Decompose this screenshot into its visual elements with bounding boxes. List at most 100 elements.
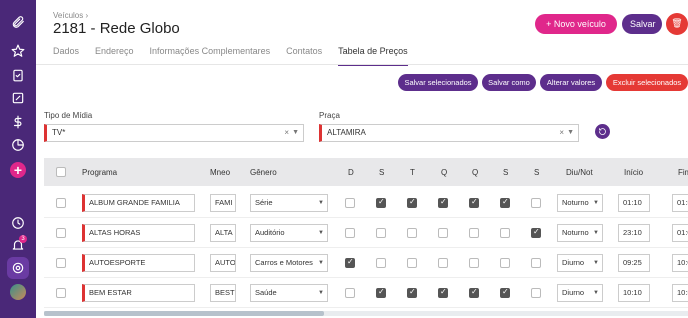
fim-input[interactable]: 10:55 — [672, 284, 688, 302]
diunot-select[interactable]: Noturno ▼ — [557, 224, 603, 242]
day-checkbox[interactable] — [376, 287, 386, 298]
diunot-select[interactable]: Noturno ▼ — [557, 194, 603, 212]
day-checkbox[interactable] — [469, 197, 479, 208]
star-icon[interactable] — [0, 40, 36, 62]
day-checkbox[interactable] — [407, 258, 417, 268]
day-checkbox[interactable] — [376, 197, 386, 208]
header-q: Q — [441, 168, 448, 177]
clock-icon[interactable] — [0, 212, 36, 234]
save-as-button[interactable]: Salvar como — [482, 74, 536, 91]
programa-input[interactable]: ALBUM GRANDE FAMILIA — [82, 194, 195, 212]
change-values-button[interactable]: Alterar valores — [540, 74, 602, 91]
inicio-input[interactable]: 09:25 — [618, 254, 650, 272]
notification-badge: 3 — [19, 235, 27, 243]
day-checkbox[interactable] — [345, 228, 355, 238]
day-checkbox[interactable] — [438, 258, 448, 268]
day-checkbox[interactable] — [500, 228, 510, 238]
paperclip-icon[interactable] — [0, 11, 36, 33]
horizontal-scrollbar[interactable] — [44, 311, 324, 316]
dollar-icon[interactable] — [0, 111, 36, 133]
add-icon[interactable]: + — [10, 162, 26, 178]
day-checkbox[interactable] — [531, 227, 541, 238]
pie-chart-icon[interactable] — [0, 134, 36, 156]
tab-endereco[interactable]: Endereço — [95, 46, 134, 64]
square-select[interactable]: ALTAMIRA × ▼ — [319, 124, 579, 142]
save-button[interactable]: Salvar — [622, 14, 662, 34]
genero-select[interactable]: Carros e Motores ▼ — [250, 254, 328, 272]
chevron-down-icon: ▼ — [593, 260, 599, 266]
genero-select[interactable]: Série ▼ — [250, 194, 328, 212]
genero-select[interactable]: Saúde ▼ — [250, 284, 328, 302]
genero-select[interactable]: Auditório ▼ — [250, 224, 328, 242]
select-all-checkbox[interactable] — [56, 167, 66, 177]
row-checkbox[interactable] — [56, 198, 66, 208]
day-checkbox[interactable] — [500, 258, 510, 268]
table-row: AUTOESPORTE AUTO Carros e Motores▼ Diurno▼ 0… — [44, 248, 688, 278]
mneo-input[interactable]: AUTO — [210, 254, 236, 272]
delete-selected-button[interactable]: Excluir selecionados — [606, 74, 688, 91]
mneo-input[interactable]: FAMI — [210, 194, 236, 212]
day-checkbox[interactable] — [531, 198, 541, 208]
inicio-input[interactable]: 10:10 — [618, 284, 650, 302]
row-checkbox[interactable] — [56, 258, 66, 268]
bell-icon[interactable] — [0, 234, 36, 256]
tab-dados[interactable]: Dados — [53, 46, 79, 64]
clear-icon[interactable]: × — [284, 125, 289, 141]
day-checkbox[interactable] — [500, 197, 510, 208]
tab-info-complementares[interactable]: Informações Complementares — [150, 46, 271, 64]
day-checkbox[interactable] — [531, 258, 541, 268]
day-checkbox[interactable] — [469, 228, 479, 238]
day-checkbox[interactable] — [407, 287, 417, 298]
fim-input[interactable]: 01:55 — [672, 194, 688, 212]
header-d: D — [348, 168, 354, 177]
tabs-divider — [36, 64, 688, 65]
new-vehicle-button[interactable]: + Novo veículo — [535, 14, 617, 34]
media-type-select[interactable]: TV* × ▼ — [44, 124, 304, 142]
day-checkbox[interactable] — [438, 287, 448, 298]
day-checkbox[interactable] — [376, 258, 386, 268]
diunot-select[interactable]: Diurno ▼ — [557, 284, 603, 302]
day-checkbox[interactable] — [345, 198, 355, 208]
tab-tabela-precos[interactable]: Tabela de Preços — [338, 46, 408, 66]
programa-input[interactable]: BEM ESTAR — [82, 284, 195, 302]
edit-icon[interactable] — [0, 87, 36, 109]
mneo-input[interactable]: BEST — [210, 284, 236, 302]
breadcrumb[interactable]: Veículos › — [53, 11, 88, 20]
refresh-button[interactable] — [595, 124, 610, 139]
mneo-input[interactable]: ALTA — [210, 224, 236, 242]
fim-input[interactable]: 01:00 — [672, 224, 688, 242]
day-checkbox[interactable] — [469, 258, 479, 268]
header-s3: S — [534, 168, 540, 177]
clipboard-check-icon[interactable] — [0, 64, 36, 86]
chevron-down-icon: ▼ — [318, 290, 324, 296]
day-checkbox[interactable] — [469, 287, 479, 298]
fim-input[interactable]: 10:00 — [672, 254, 688, 272]
clear-icon[interactable]: × — [559, 125, 564, 141]
delete-button[interactable]: 🗑 — [666, 13, 688, 35]
refresh-icon — [599, 128, 606, 135]
inicio-input[interactable]: 01:10 — [618, 194, 650, 212]
day-checkbox[interactable] — [438, 228, 448, 238]
day-checkbox[interactable] — [500, 287, 510, 298]
page-title: 2181 - Rede Globo — [53, 20, 180, 37]
day-checkbox[interactable] — [345, 257, 355, 268]
programa-input[interactable]: ALTAS HORAS — [82, 224, 195, 242]
avatar[interactable] — [10, 284, 26, 300]
programa-input[interactable]: AUTOESPORTE — [82, 254, 195, 272]
row-checkbox[interactable] — [56, 288, 66, 298]
tab-contatos[interactable]: Contatos — [286, 46, 322, 64]
day-checkbox[interactable] — [438, 197, 448, 208]
row-checkbox[interactable] — [56, 228, 66, 238]
day-checkbox[interactable] — [407, 228, 417, 238]
inicio-input[interactable]: 23:10 — [618, 224, 650, 242]
header-fim: Fim — [678, 168, 688, 177]
day-checkbox[interactable] — [407, 197, 417, 208]
day-checkbox[interactable] — [345, 288, 355, 298]
save-selected-button[interactable]: Salvar selecionados — [398, 74, 478, 91]
day-checkbox[interactable] — [376, 228, 386, 238]
day-checkbox[interactable] — [531, 288, 541, 298]
settings-icon[interactable] — [0, 257, 36, 279]
chevron-down-icon: ▼ — [593, 200, 599, 206]
diunot-select[interactable]: Diurno ▼ — [557, 254, 603, 272]
table-row: ALTAS HORAS ALTA Auditório▼ Noturno▼ 23:10 01… — [44, 218, 688, 248]
